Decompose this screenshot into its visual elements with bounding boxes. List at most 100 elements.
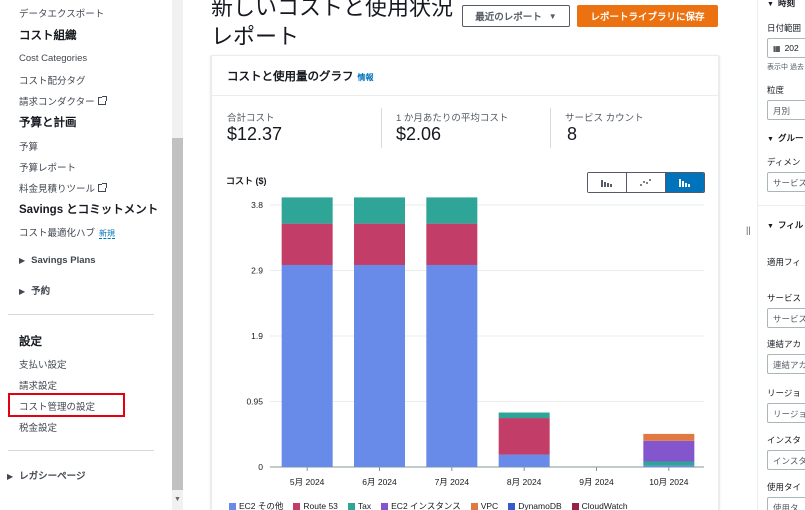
region-filter-select[interactable]: リージョ [767, 403, 805, 423]
bar-segment [498, 412, 550, 419]
line-chart-icon [640, 179, 651, 186]
nav-billing-conductor[interactable]: 請求コンダクター [19, 94, 107, 108]
nav-reservations-label: 予約 [31, 286, 51, 297]
legend-label: VPC [480, 501, 499, 510]
bar-chart-type-button[interactable] [588, 173, 627, 192]
page-title: 新しいコストと使用状況レポート [211, 0, 454, 49]
bar-chart-icon [601, 180, 612, 187]
filter-heading-label: フィル [777, 220, 804, 230]
report-parameters-panel: ▼ 時刻 日付範囲 ▦ 202 表示中 過去 粒度 月別 ▼ グルー ディメン サービ… [757, 0, 805, 510]
caret-right-icon: ▶ [7, 472, 14, 481]
nav-heading-budgets-planning: 予算と計画 [19, 117, 77, 129]
sidebar-scroll-thumb[interactable] [172, 138, 183, 490]
date-range-value: 202 [784, 43, 799, 53]
caret-down-icon: ▼ [767, 136, 774, 143]
granularity-select[interactable]: 月別 [767, 100, 805, 120]
nav-cost-allocation-tags[interactable]: コスト配分タグ [19, 73, 86, 87]
new-badge: 新規 [99, 229, 116, 239]
service-filter-label: サービス [767, 293, 802, 303]
x-tick-label: 6月 2024 [362, 477, 397, 487]
save-to-report-library-button[interactable]: レポートライブラリに保存 [577, 5, 718, 27]
bar-segment [281, 264, 333, 467]
caret-down-icon: ▼ [767, 1, 774, 8]
legend-item[interactable]: EC2 インスタンス [381, 500, 461, 510]
chart-type-selector [587, 172, 705, 193]
legend-swatch [293, 502, 301, 510]
legend-swatch [571, 502, 579, 510]
x-tick-label: 7月 2024 [435, 477, 470, 487]
nav-cost-categories[interactable]: Cost Categories [19, 53, 87, 64]
metric-separator [550, 108, 551, 148]
bar-segment [426, 197, 478, 224]
service-filter-select[interactable]: サービス [767, 308, 805, 328]
nav-data-export[interactable]: データエクスポート [19, 6, 104, 20]
time-section-heading[interactable]: ▼ 時刻 [767, 0, 795, 9]
group-by-section-heading[interactable]: ▼ グルー [767, 132, 803, 144]
nav-billing-settings[interactable]: 請求設定 [19, 378, 57, 392]
info-link[interactable]: 情報 [358, 73, 374, 82]
side-navigation: データエクスポート コスト組織 Cost Categories コスト配分タグ … [0, 0, 172, 510]
nav-budget-reports[interactable]: 予算レポート [19, 160, 76, 174]
legend-item[interactable]: EC2 その他 [229, 500, 283, 510]
bar-segment [281, 223, 333, 265]
highlight-annotation-box [8, 393, 125, 417]
line-chart-type-button[interactable] [627, 173, 666, 192]
bar-segment [643, 433, 695, 441]
nav-pricing-calculator-label: 料金見積りツール [19, 184, 96, 195]
nav-legacy-pages-expander[interactable]: ▶ レガシーページ [7, 468, 85, 482]
bar-segment [426, 223, 478, 265]
timezone-hint: 表示中 過去 [767, 64, 804, 71]
legend-item[interactable]: VPC [470, 500, 499, 510]
legend-item[interactable]: Tax [347, 500, 371, 510]
cost-bar-chart: 0 0.95 1.9 2.9 3.8 5月 2024 6月 2024 7月 2024 8月 20… [246, 197, 704, 487]
nav-tax-settings[interactable]: 税金設定 [19, 420, 57, 434]
legend-item[interactable]: Route 53 [293, 500, 338, 510]
nav-payment-settings[interactable]: 支払い設定 [19, 357, 67, 371]
metric-avg-cost-label: 1 か月あたりの平均コスト [396, 113, 509, 124]
metric-avg-cost-value: $2.06 [396, 124, 442, 144]
linked-account-filter-select[interactable]: 連結アカ [767, 354, 805, 374]
region-filter-label: リージョ [767, 388, 801, 398]
legend-label: CloudWatch [581, 501, 628, 510]
linked-account-filter-label: 連結アカ [767, 339, 802, 349]
metric-separator [381, 108, 382, 148]
filters-section-heading[interactable]: ▼ フィル [767, 219, 803, 231]
metric-total-cost-label: 合計コスト [227, 113, 275, 124]
legend-label: DynamoDB [518, 501, 562, 510]
legend-swatch [508, 502, 516, 510]
external-link-icon [98, 183, 108, 192]
x-tick-label: 8月 2024 [507, 477, 542, 487]
nav-savings-plans-expander[interactable]: ▶ Savings Plans [19, 255, 96, 266]
legend-swatch [347, 502, 355, 510]
bar-segment [498, 418, 550, 455]
bar-segment [354, 264, 405, 467]
bar-segment [643, 461, 695, 466]
legend-item[interactable]: CloudWatch [571, 500, 628, 510]
nav-heading-settings: 設定 [19, 336, 42, 348]
nav-pricing-calculator[interactable]: 料金見積りツール [19, 181, 108, 195]
scroll-down-arrow-icon[interactable]: ▼ [174, 496, 181, 503]
metric-service-count-value: 8 [567, 124, 578, 144]
stacked-bar-chart-type-button[interactable] [666, 173, 704, 192]
nav-divider [8, 450, 154, 451]
legend-item[interactable]: DynamoDB [508, 500, 562, 510]
nav-cost-optimization-hub[interactable]: コスト最適化ハブ 新規 [19, 225, 116, 239]
caret-right-icon: ▶ [19, 256, 26, 265]
date-range-input[interactable]: ▦ 202 [767, 38, 805, 58]
instance-type-filter-select[interactable]: インスタ [767, 450, 805, 470]
nav-reservations-expander[interactable]: ▶ 予約 [19, 283, 50, 297]
dimension-select[interactable]: サービス [767, 172, 805, 192]
y-tick-label: 1.9 [251, 331, 263, 341]
bar-segment [354, 223, 405, 265]
nav-divider [8, 314, 154, 315]
legend-label: EC2 その他 [239, 501, 284, 510]
usage-type-filter-select[interactable]: 使用タ [767, 497, 805, 510]
nav-budgets[interactable]: 予算 [19, 139, 38, 153]
panel-resize-handle-icon[interactable]: || [746, 225, 751, 235]
nav-heading-cost-organization: コスト組織 [19, 30, 77, 42]
nav-savings-plans-label: Savings Plans [31, 255, 96, 266]
panel-divider [758, 205, 805, 206]
recent-reports-button[interactable]: 最近のレポート ▼ [462, 5, 570, 27]
nav-legacy-pages-label: レガシーページ [19, 471, 86, 482]
dimension-label: ディメン [767, 157, 801, 167]
